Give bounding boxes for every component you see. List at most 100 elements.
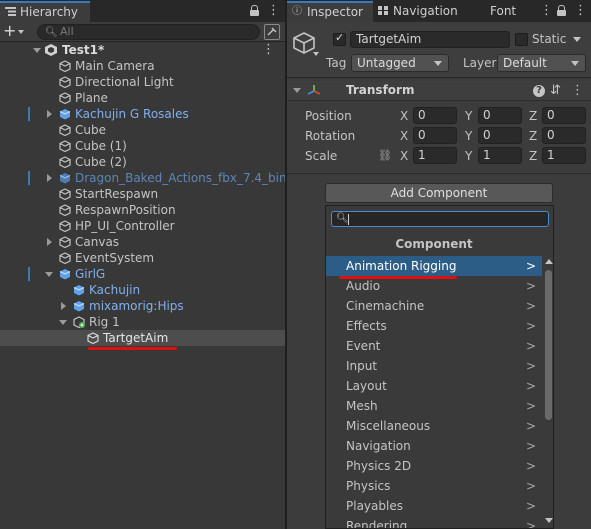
menu-item-miscellaneous[interactable]: Miscellaneous > — [326, 416, 542, 436]
scroll-up-icon[interactable] — [545, 259, 553, 264]
lock-icon[interactable] — [557, 5, 566, 16]
scale-z-field[interactable]: 1 — [542, 147, 586, 164]
kebab-menu-icon[interactable]: ⋮ — [571, 83, 584, 98]
axis-y-label[interactable]: Y — [465, 109, 472, 123]
hierarchy-item-main-camera[interactable]: Main Camera — [0, 58, 285, 74]
menu-item-input[interactable]: Input > — [326, 356, 542, 376]
object-name-field[interactable]: TartgetAim — [350, 31, 510, 48]
create-button[interactable]: + — [3, 23, 29, 40]
menu-item-label: Physics 2D — [346, 459, 412, 473]
gameobject-cube-icon — [87, 332, 99, 344]
hierarchy-item-plane[interactable]: Plane — [0, 90, 285, 106]
scene-visibility-icon[interactable] — [264, 24, 280, 40]
menu-item-audio[interactable]: Audio > — [326, 276, 542, 296]
fold-closed-icon[interactable] — [47, 238, 52, 246]
fold-open-icon[interactable] — [59, 320, 67, 325]
help-icon[interactable]: ? — [533, 85, 545, 97]
hierarchy-item-startrespawn[interactable]: StartRespawn — [0, 186, 285, 202]
axis-x-label[interactable]: X — [400, 109, 408, 123]
hierarchy-item-cube[interactable]: Cube — [0, 122, 285, 138]
hierarchy-item-girlg[interactable]: GirlG — [0, 266, 285, 282]
position-z-field[interactable]: 0 — [542, 107, 586, 124]
menu-item-navigation[interactable]: Navigation > — [326, 436, 542, 456]
hierarchy-item-kachujin[interactable]: Kachujin — [0, 282, 285, 298]
fold-closed-icon[interactable] — [47, 174, 52, 182]
static-checkbox[interactable] — [515, 33, 528, 46]
gameobject-cube-icon — [59, 220, 71, 232]
rotation-x-field[interactable]: 0 — [413, 127, 457, 144]
hierarchy-item-mixamorig-hips[interactable]: mixamorig:Hips — [0, 298, 285, 314]
kebab-menu-icon[interactable]: ⋮ — [574, 3, 587, 19]
search-placeholder: All — [60, 25, 74, 38]
menu-item-layout[interactable]: Layout > — [326, 376, 542, 396]
axis-x-label[interactable]: X — [400, 149, 408, 163]
axis-y-label[interactable]: Y — [465, 149, 472, 163]
position-y-field[interactable]: 0 — [478, 107, 522, 124]
layer-dropdown[interactable]: Default — [497, 54, 586, 72]
menu-item-physics-2d[interactable]: Physics 2D > — [326, 456, 542, 476]
menu-item-cinemachine[interactable]: Cinemachine > — [326, 296, 542, 316]
menu-item-physics[interactable]: Physics > — [326, 476, 542, 496]
chevron-down-icon[interactable] — [573, 37, 581, 42]
hierarchy-item-dragon[interactable]: Dragon_Baked_Actions_fbx_7.4_binary — [0, 170, 285, 186]
hierarchy-item-rig-1[interactable]: Rig 1 — [0, 314, 285, 330]
rotation-y-field[interactable]: 0 — [478, 127, 522, 144]
tab-navigation-label: Navigation — [393, 4, 458, 18]
menu-item-event[interactable]: Event > — [326, 336, 542, 356]
rotation-z-field[interactable]: 0 — [542, 127, 586, 144]
tab-hierarchy[interactable]: Hierarchy — [0, 1, 90, 22]
menu-item-rendering[interactable]: Rendering > — [326, 516, 542, 528]
axis-y-label[interactable]: Y — [465, 129, 472, 143]
hierarchy-item-cube-2[interactable]: Cube (2) — [0, 154, 285, 170]
axis-z-label[interactable]: Z — [529, 109, 537, 123]
scroll-down-icon[interactable] — [545, 518, 553, 523]
hierarchy-item-kachujin-g-rosales[interactable]: Kachujin G Rosales — [0, 106, 285, 122]
hierarchy-item-label: Canvas — [75, 235, 120, 249]
scale-x-field[interactable]: 1 — [413, 147, 457, 164]
position-x-field[interactable]: 0 — [413, 107, 457, 124]
add-component-button[interactable]: Add Component — [325, 183, 553, 203]
tag-dropdown[interactable]: Untagged — [351, 54, 449, 72]
axis-x-label[interactable]: X — [400, 129, 408, 143]
kebab-menu-icon[interactable]: ⋮ — [540, 3, 553, 19]
chevron-down-icon[interactable] — [313, 52, 319, 56]
tab-font-asset[interactable]: Font Ass — [470, 2, 540, 22]
hierarchy-item-canvas[interactable]: Canvas — [0, 234, 285, 250]
scene-menu-icon[interactable]: ⋮ — [262, 42, 275, 58]
hierarchy-item-hp-ui-controller[interactable]: HP_UI_Controller — [0, 218, 285, 234]
axis-z-label[interactable]: Z — [529, 149, 537, 163]
scale-y-field[interactable]: 1 — [478, 147, 522, 164]
constrain-proportions-icon[interactable]: ⛓ — [378, 149, 392, 162]
menu-item-animation-rigging[interactable]: Animation Rigging > — [326, 256, 542, 276]
active-checkbox[interactable] — [333, 31, 346, 46]
menu-item-label: Effects — [346, 319, 387, 333]
lock-icon[interactable] — [250, 5, 259, 16]
transform-header[interactable]: Transform ? ⇵ ⋮ — [287, 81, 591, 101]
hierarchy-search-input[interactable]: 🔍︎ All — [37, 24, 260, 40]
hierarchy-item-eventsystem[interactable]: EventSystem — [0, 250, 285, 266]
kebab-menu-icon[interactable]: ⋮ — [267, 3, 280, 19]
axis-z-label[interactable]: Z — [529, 129, 537, 143]
fold-closed-icon[interactable] — [61, 302, 66, 310]
gameobject-cube-icon — [59, 156, 71, 168]
fold-open-icon[interactable] — [293, 88, 301, 93]
tab-font-label: Font Ass — [490, 4, 517, 18]
fold-open-icon[interactable] — [33, 48, 41, 53]
tab-navigation[interactable]: Navigation — [373, 2, 476, 22]
hierarchy-item-label: StartRespawn — [75, 187, 159, 201]
fold-closed-icon[interactable] — [47, 110, 52, 118]
menu-item-effects[interactable]: Effects > — [326, 316, 542, 336]
scene-row[interactable]: Test1* ⋮ — [0, 42, 285, 58]
menu-item-mesh[interactable]: Mesh > — [326, 396, 542, 416]
hierarchy-item-tartgetaim[interactable]: TartgetAim — [0, 330, 285, 346]
tab-inspector[interactable]: ⓘ Inspector — [287, 1, 373, 22]
popup-scrollbar[interactable] — [543, 256, 553, 528]
hierarchy-item-cube-1[interactable]: Cube (1) — [0, 138, 285, 154]
presets-icon[interactable]: ⇵ — [550, 83, 561, 98]
menu-item-playables[interactable]: Playables > — [326, 496, 542, 516]
hierarchy-item-respawnposition[interactable]: RespawnPosition — [0, 202, 285, 218]
component-search-input[interactable]: 🔍︎ — [331, 211, 549, 227]
scroll-thumb[interactable] — [545, 270, 552, 420]
fold-open-icon[interactable] — [45, 272, 53, 277]
hierarchy-item-directional-light[interactable]: Directional Light — [0, 74, 285, 90]
